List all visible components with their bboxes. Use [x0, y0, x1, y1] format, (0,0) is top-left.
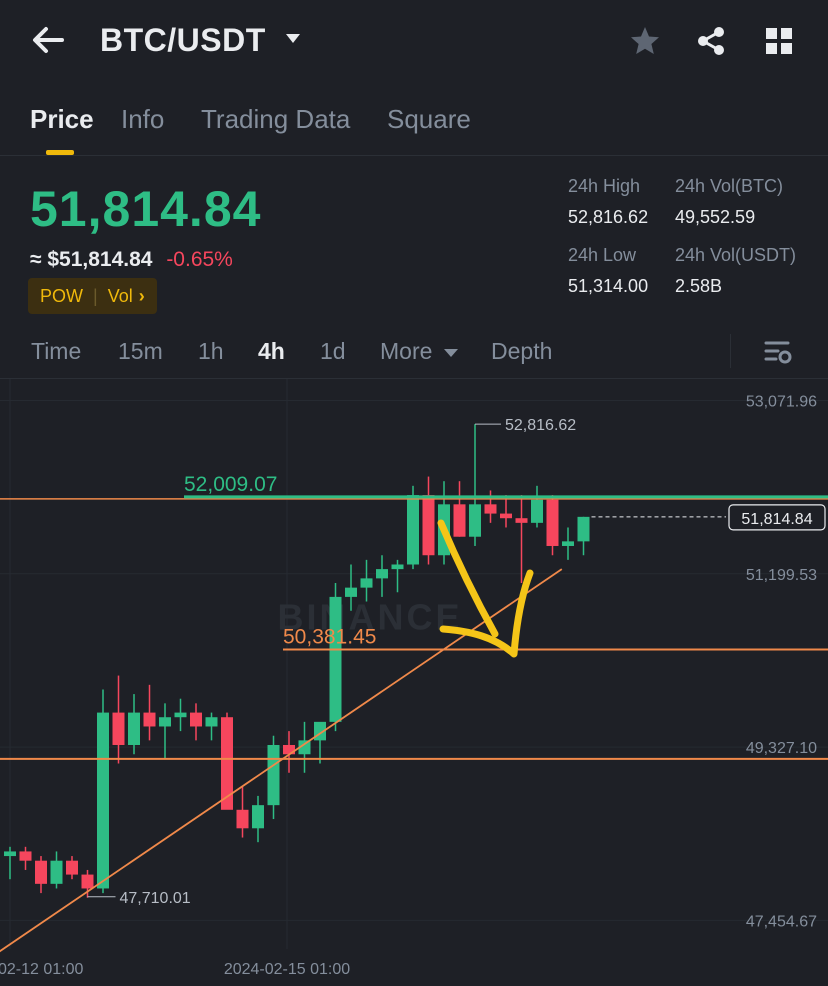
candle-body [81, 874, 94, 889]
share-icon [698, 27, 724, 55]
pair-title[interactable]: BTC/USDT [100, 22, 266, 59]
candle-body [453, 504, 466, 537]
candle-body [159, 717, 171, 727]
candle-body [236, 809, 249, 829]
chart-grid [0, 379, 828, 949]
caret-down-icon [443, 349, 458, 357]
interval-time[interactable]: Time [31, 338, 81, 365]
grid-menu-button[interactable] [762, 24, 796, 58]
caret-down-icon[interactable] [284, 30, 302, 48]
tag-pill[interactable]: POW | Vol › [28, 278, 157, 314]
stat-vol-btc-label: 24h Vol(BTC) [675, 176, 784, 196]
favorite-button[interactable] [628, 24, 662, 58]
candle-body [252, 805, 264, 829]
candle-body [577, 516, 590, 542]
chevron-right-icon: › [138, 285, 145, 306]
interval-4h[interactable]: 4h [258, 338, 285, 365]
interval-15m[interactable]: 15m [118, 338, 163, 365]
candle-body [97, 712, 109, 889]
last-price-tag-label: 51,814.84 [741, 511, 812, 528]
arrow-left-icon [33, 27, 64, 53]
candle-body [128, 712, 140, 745]
candle-body [174, 712, 187, 718]
stat-vol-usdt-label: 24h Vol(USDT) [675, 245, 797, 265]
candles [4, 424, 590, 898]
grid-icon [766, 28, 792, 54]
tab-square[interactable]: Square [387, 104, 471, 135]
candle-body [345, 587, 357, 597]
stat-vol-usdt-value: 2.58B [675, 276, 723, 296]
x-tick-label: 02-12 01:00 [0, 961, 84, 978]
candle-body [422, 495, 435, 556]
interval-1h[interactable]: 1h [198, 338, 224, 365]
y-tick-label: 49,327.10 [746, 740, 817, 757]
share-button[interactable] [694, 24, 728, 58]
y-tick-label: 53,071.96 [746, 393, 817, 410]
tab-depth[interactable]: Depth [491, 338, 552, 365]
divider [730, 334, 731, 368]
stat-low-label: 24h Low [568, 245, 637, 265]
drawn-level-label: 52,009.07 [184, 473, 277, 496]
change-percent: -0.65% [166, 248, 233, 271]
approx-price: ≈ $51,814.84 [30, 248, 153, 271]
tab-info[interactable]: Info [121, 104, 164, 135]
tab-price[interactable]: Price [30, 104, 94, 135]
interval-more[interactable]: More [380, 338, 459, 365]
candle-body [515, 518, 528, 523]
candle-body [283, 744, 295, 755]
candle-body [4, 851, 16, 857]
y-tick-label: 51,199.53 [746, 567, 817, 584]
candle-body [66, 860, 78, 875]
drawings: 52,009.07 50,381.45 52,816.62 47,710.01 [0, 417, 828, 953]
candle-body [407, 495, 419, 565]
tag-vol: Vol [107, 285, 133, 306]
y-tick-label: 47,454.67 [746, 913, 817, 930]
interval-1d[interactable]: 1d [320, 338, 346, 365]
tag-separator: | [93, 285, 98, 306]
high-marker-label: 52,816.62 [505, 417, 576, 434]
candle-body [391, 564, 404, 570]
top-bar: BTC/USDT [0, 0, 828, 80]
tab-trading-data[interactable]: Trading Data [201, 104, 350, 135]
chart-settings-icon [764, 341, 792, 364]
candle-body [469, 504, 481, 537]
candle-body [531, 499, 543, 523]
drawn-level-label: 50,381.45 [283, 626, 376, 649]
candle-body [376, 569, 388, 579]
stat-vol-btc-value: 49,552.59 [675, 207, 756, 227]
candle-body [500, 513, 512, 519]
stat-high-value: 52,816.62 [568, 207, 649, 227]
candle-body [143, 712, 156, 727]
x-tick-label: 2024-02-15 01:00 [224, 961, 350, 978]
candle-body [205, 717, 218, 727]
candlestick-chart[interactable]: BINANCE 52,009.0750,381.4552,816.6247,71… [0, 379, 828, 986]
candle-body [360, 578, 373, 588]
stat-low-value: 51,314.00 [568, 276, 649, 296]
low-marker-label: 47,710.01 [120, 890, 191, 907]
interval-more-label: More [380, 338, 433, 364]
candle-body [329, 596, 342, 722]
candle-body [546, 499, 559, 546]
candle-body [19, 851, 32, 861]
divider [0, 155, 828, 156]
back-button[interactable] [28, 20, 68, 60]
candle-body [112, 712, 125, 745]
candle-body [50, 860, 63, 884]
chart-settings-button[interactable] [762, 336, 794, 368]
candle-body [562, 541, 574, 546]
candle-body [267, 744, 280, 806]
tag-pow: POW [40, 285, 83, 306]
approx-price-row: ≈ $51,814.84 -0.65% [30, 248, 233, 272]
candle-body [484, 504, 497, 514]
star-icon [631, 27, 659, 54]
stat-high-label: 24h High [568, 176, 641, 196]
last-price: 51,814.84 [30, 181, 262, 237]
candle-body [35, 860, 47, 884]
candle-body [190, 712, 202, 727]
